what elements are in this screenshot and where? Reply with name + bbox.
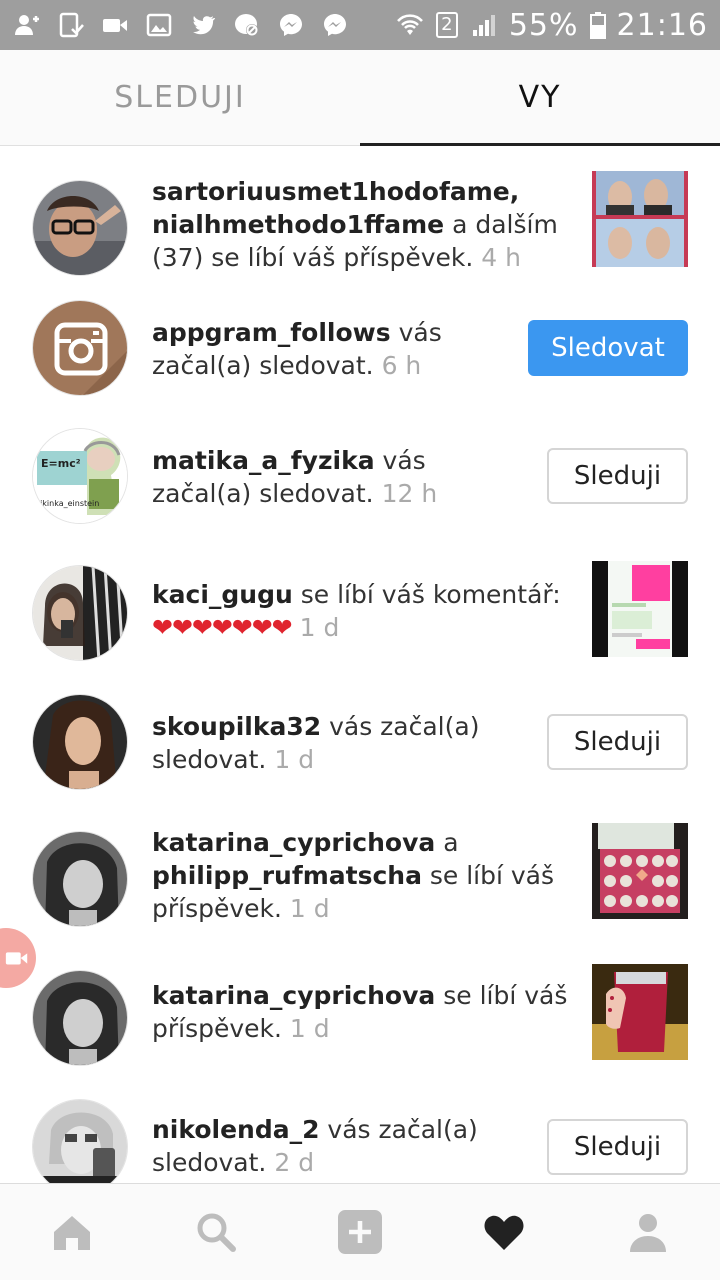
messenger-icon xyxy=(320,11,350,39)
nav-search[interactable] xyxy=(144,1184,288,1280)
sim-2-icon: 2 xyxy=(435,11,459,39)
search-icon xyxy=(194,1210,238,1254)
nav-home[interactable] xyxy=(0,1184,144,1280)
messenger-icon xyxy=(276,11,306,39)
following-button[interactable]: Sleduji xyxy=(547,448,688,504)
bottom-navigation xyxy=(0,1183,720,1280)
timestamp: 1 d xyxy=(289,894,330,923)
avatar[interactable] xyxy=(32,694,128,790)
post-thumbnail[interactable] xyxy=(592,823,688,919)
notification-message: se líbí váš komentář: xyxy=(292,580,561,609)
sim-2-label: 2 xyxy=(435,12,458,38)
following-button[interactable]: Sleduji xyxy=(547,714,688,770)
avatar[interactable] xyxy=(32,970,128,1066)
notification-text: nikolenda_2 vás začal(a) sledovat. 2 d xyxy=(152,1113,522,1179)
avatar[interactable] xyxy=(32,565,128,661)
timestamp: 2 d xyxy=(274,1148,315,1177)
timestamp: 12 h xyxy=(381,479,438,508)
avatar-formula: E=mc² xyxy=(41,457,81,470)
add-post-icon xyxy=(338,1210,382,1254)
username[interactable]: kaci_gugu xyxy=(152,580,293,609)
username[interactable]: nialhmethodo1ffame xyxy=(152,210,444,239)
nav-add-post[interactable] xyxy=(288,1184,432,1280)
follow-button[interactable]: Sledovat xyxy=(528,320,688,376)
avatar[interactable] xyxy=(32,1099,128,1183)
list-item[interactable]: kaci_gugu se líbí váš komentář: ❤❤❤❤❤❤❤ … xyxy=(0,561,720,695)
avatar-caption: nikinka_einstein xyxy=(35,499,100,508)
clock: 21:16 xyxy=(616,7,708,43)
post-thumbnail[interactable] xyxy=(592,171,688,267)
avatar[interactable] xyxy=(32,300,128,396)
timestamp: 6 h xyxy=(381,351,422,380)
avatar[interactable]: E=mc² nikinka_einstein xyxy=(32,428,128,524)
notification-text: skoupilka32 vás začal(a) sledovat. 1 d xyxy=(152,710,522,776)
username[interactable]: appgram_follows xyxy=(152,318,391,347)
timestamp: 1 d xyxy=(289,1014,330,1043)
list-item[interactable]: skoupilka32 vás začal(a) sledovat. 1 d S… xyxy=(0,694,720,824)
timestamp: 1 d xyxy=(299,613,340,642)
following-button[interactable]: Sleduji xyxy=(547,1119,688,1175)
notification-text: appgram_follows vás začal(a) sledovat. 6… xyxy=(152,316,512,382)
post-thumbnail[interactable] xyxy=(592,964,688,1060)
list-item[interactable]: katarina_cyprichova a philipp_rufmatscha… xyxy=(0,823,720,961)
tab-you[interactable]: VY xyxy=(360,50,720,146)
video-icon xyxy=(4,945,30,971)
username[interactable]: nikolenda_2 xyxy=(152,1115,319,1144)
list-item[interactable]: E=mc² nikinka_einstein matika_a_fyzika v… xyxy=(0,428,720,558)
notification-text: katarina_cyprichova a philipp_rufmatscha… xyxy=(152,826,582,925)
username[interactable]: katarina_cyprichova xyxy=(152,828,435,857)
list-item[interactable]: sartoriuusmet1hodofame, nialhmethodo1ffa… xyxy=(0,155,720,285)
tablet-check-icon xyxy=(56,11,86,39)
activity-heart-icon xyxy=(482,1210,526,1254)
video-icon xyxy=(100,11,130,39)
profile-icon xyxy=(626,1210,670,1254)
wifi-icon xyxy=(395,11,425,39)
username[interactable]: matika_a_fyzika xyxy=(152,446,375,475)
timestamp: 4 h xyxy=(481,243,521,272)
username[interactable]: skoupilka32 xyxy=(152,712,321,741)
notification-list: sartoriuusmet1hodofame, nialhmethodo1ffa… xyxy=(0,147,720,1183)
status-bar: 2 55% 21:16 xyxy=(0,0,720,50)
nav-activity[interactable] xyxy=(432,1184,576,1280)
battery-icon xyxy=(589,11,607,39)
nav-profile[interactable] xyxy=(576,1184,720,1280)
timestamp: 1 d xyxy=(274,745,315,774)
avatar[interactable] xyxy=(32,180,128,276)
username[interactable]: sartoriuusmet1hodofame, xyxy=(152,177,519,206)
list-item[interactable]: nikolenda_2 vás začal(a) sledovat. 2 d S… xyxy=(0,1099,720,1183)
notification-text: matika_a_fyzika vás začal(a) sledovat. 1… xyxy=(152,444,522,510)
comment-hearts: ❤❤❤❤❤❤❤ xyxy=(152,613,293,642)
blocked-messenger-icon xyxy=(232,11,262,39)
add-user-icon xyxy=(12,11,42,39)
username[interactable]: katarina_cyprichova xyxy=(152,981,435,1010)
notification-joiner: a xyxy=(435,828,459,857)
list-item[interactable]: appgram_follows vás začal(a) sledovat. 6… xyxy=(0,300,720,430)
notification-text: sartoriuusmet1hodofame, nialhmethodo1ffa… xyxy=(152,175,582,274)
post-thumbnail[interactable] xyxy=(592,561,688,657)
twitter-icon xyxy=(188,11,218,39)
notification-text: kaci_gugu se líbí váš komentář: ❤❤❤❤❤❤❤ … xyxy=(152,578,582,644)
tab-following[interactable]: SLEDUJI xyxy=(0,50,360,145)
activity-tabs: SLEDUJI VY xyxy=(0,50,720,146)
list-item[interactable]: katarina_cyprichova se líbí váš příspěve… xyxy=(0,964,720,1100)
username[interactable]: philipp_rufmatscha xyxy=(152,861,422,890)
image-icon xyxy=(144,11,174,39)
avatar[interactable] xyxy=(32,831,128,927)
signal-icon xyxy=(469,11,499,39)
home-icon xyxy=(50,1210,94,1254)
battery-percent: 55% xyxy=(508,7,579,43)
notification-text: katarina_cyprichova se líbí váš příspěve… xyxy=(152,979,582,1045)
